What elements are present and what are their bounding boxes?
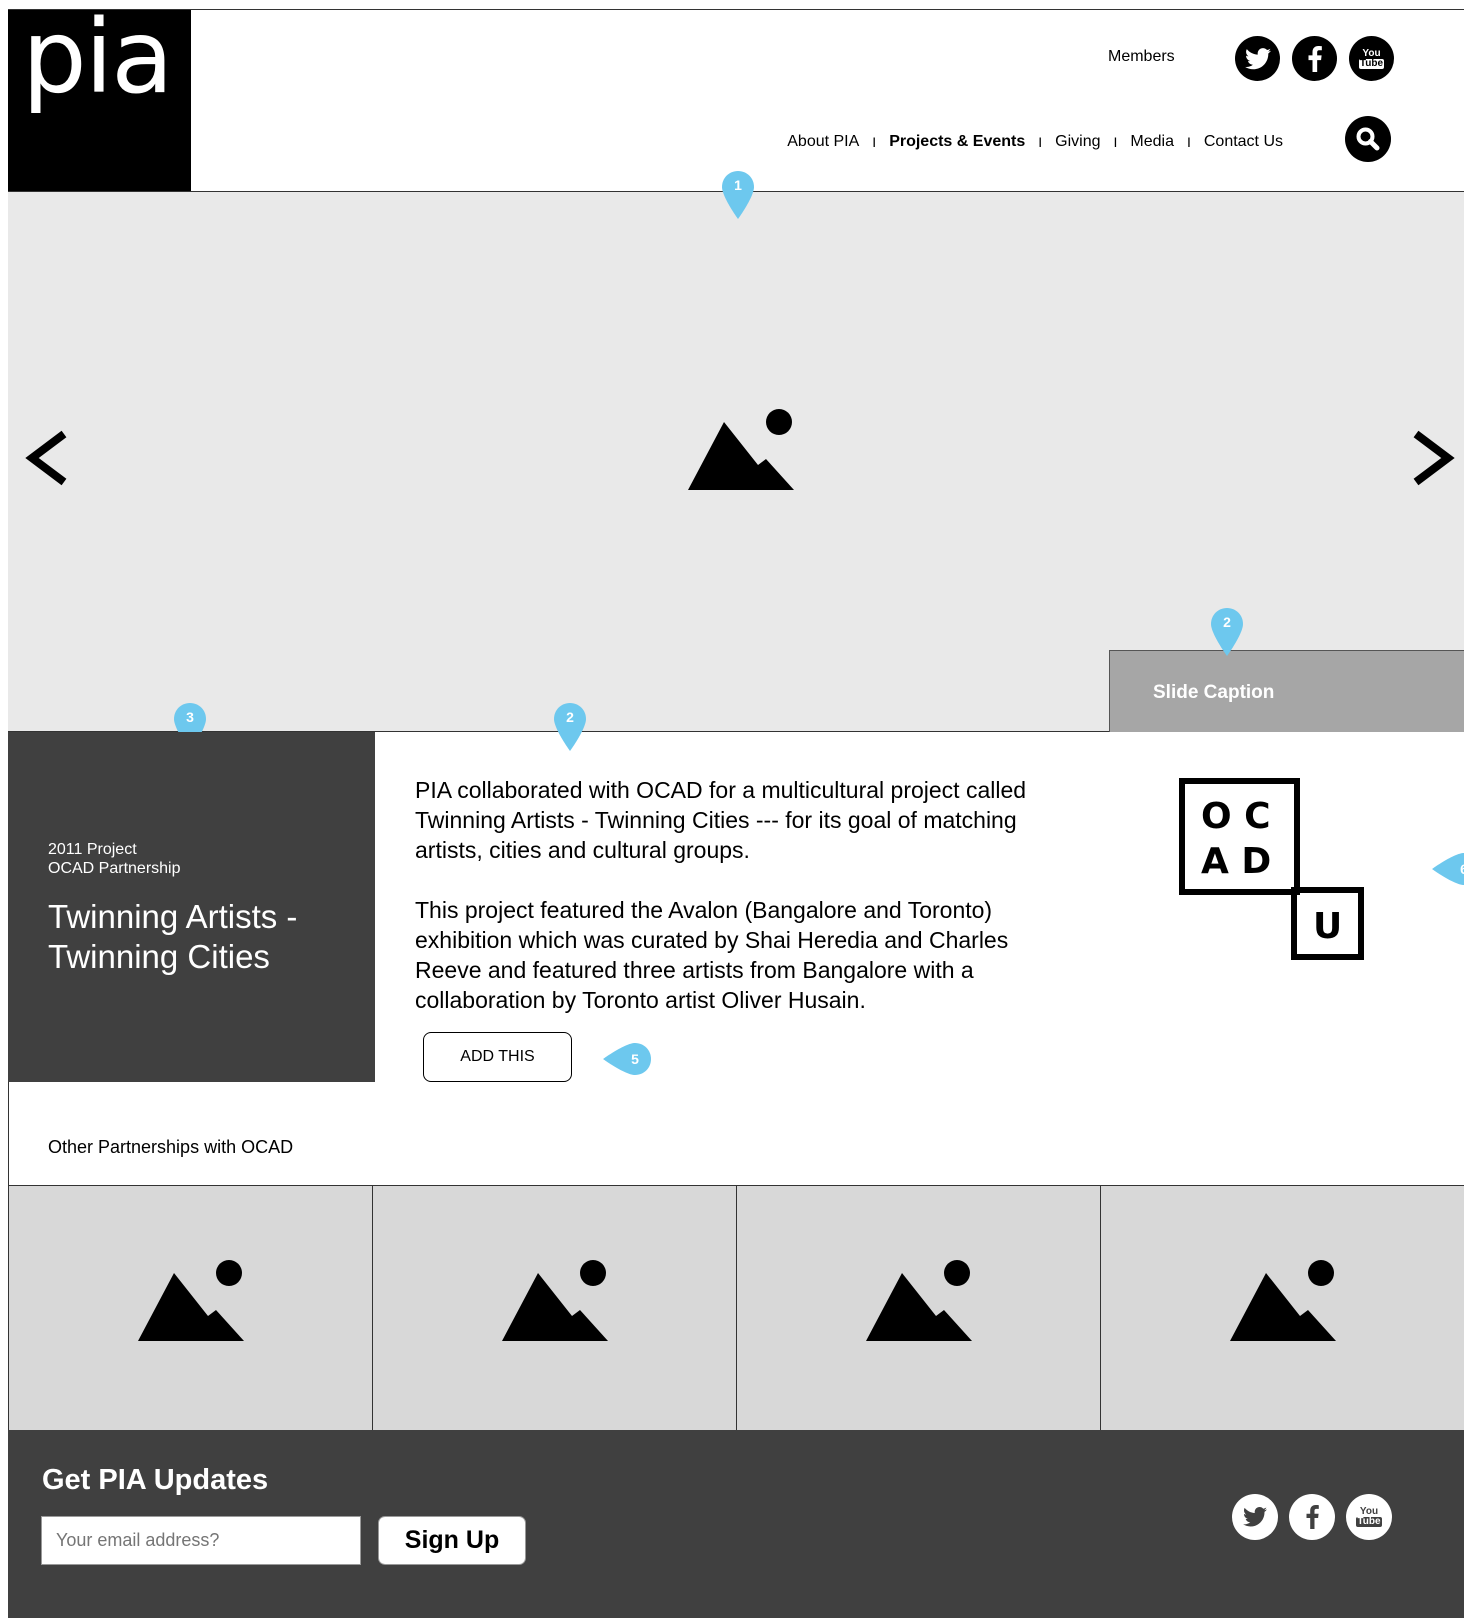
- youtube-icon[interactable]: You Tube: [1349, 36, 1394, 81]
- partnership-thumbnail[interactable]: [373, 1186, 737, 1431]
- members-link[interactable]: Members: [1108, 48, 1175, 66]
- annotation-pin: 5: [603, 1042, 651, 1076]
- ocad-logo-row1: O C: [1201, 796, 1271, 837]
- nav-contact[interactable]: Contact Us: [1204, 133, 1283, 151]
- project-meta: 2011 Project OCAD Partnership: [48, 840, 181, 878]
- other-partnerships-heading: Other Partnerships with OCAD: [48, 1137, 294, 1157]
- logo[interactable]: pia: [8, 0, 191, 191]
- slider-prev-button[interactable]: [24, 428, 70, 498]
- annotation-pin: 2: [1211, 608, 1243, 656]
- partnership-thumbnail[interactable]: [737, 1186, 1101, 1431]
- main-nav: About PIA I Projects & Events I Giving I…: [787, 133, 1283, 151]
- partnership-thumbnail[interactable]: [1101, 1186, 1464, 1431]
- slide-caption: Slide Caption: [1109, 650, 1464, 732]
- nav-projects-events[interactable]: Projects & Events: [889, 133, 1025, 151]
- facebook-icon[interactable]: [1289, 1494, 1335, 1540]
- annotation-pin: 2: [554, 703, 586, 751]
- project-partner: OCAD Partnership: [48, 860, 181, 877]
- email-input[interactable]: [41, 1516, 361, 1565]
- annotation-number: 3: [186, 709, 194, 725]
- annotation-pin: 6: [1432, 852, 1464, 886]
- annotation-pin: 3: [174, 703, 206, 751]
- add-this-button[interactable]: ADD THIS: [423, 1032, 572, 1082]
- description-paragraph: PIA collaborated with OCAD for a multicu…: [415, 777, 1027, 863]
- annotation-number: 5: [631, 1051, 639, 1067]
- twitter-icon[interactable]: [1232, 1494, 1278, 1540]
- project-description: PIA collaborated with OCAD for a multicu…: [415, 775, 1075, 1045]
- twitter-icon[interactable]: [1235, 36, 1280, 81]
- youtube-text-bottom: Tube: [1356, 1516, 1382, 1527]
- sign-up-button[interactable]: Sign Up: [378, 1516, 526, 1565]
- nav-separator: I: [1113, 134, 1118, 150]
- nav-separator: I: [1186, 134, 1191, 150]
- annotation-number: 2: [566, 709, 574, 725]
- image-placeholder-icon: [138, 1260, 244, 1341]
- project-year: 2011 Project: [48, 841, 137, 858]
- annotation-number: 6: [1460, 861, 1464, 877]
- logo-text: pia: [22, 0, 174, 117]
- ocad-logo-row3: U: [1313, 906, 1342, 947]
- ocad-logo: O C A D U: [1179, 778, 1364, 960]
- description-paragraph: This project featured the Avalon (Bangal…: [415, 897, 1009, 1013]
- footer: Get PIA Updates Sign Up You Tube: [8, 1430, 1464, 1618]
- search-icon[interactable]: [1345, 116, 1391, 162]
- annotation-number: 2: [1223, 614, 1231, 630]
- nav-media[interactable]: Media: [1130, 133, 1174, 151]
- nav-about[interactable]: About PIA: [787, 133, 859, 151]
- partnership-thumbnail[interactable]: [8, 1186, 373, 1431]
- ocad-logo-row2: A D: [1201, 841, 1271, 882]
- youtube-text-top: You: [1362, 47, 1381, 59]
- image-placeholder-icon: [1230, 1260, 1336, 1341]
- partnership-thumbnails: [8, 1185, 1464, 1431]
- newsletter-title: Get PIA Updates: [42, 1464, 269, 1496]
- youtube-text-bottom: Tube: [1358, 57, 1385, 69]
- image-placeholder-icon: [866, 1260, 972, 1341]
- annotation-pin: 1: [722, 171, 754, 219]
- nav-giving[interactable]: Giving: [1055, 133, 1100, 151]
- annotation-number: 1: [734, 177, 742, 193]
- image-placeholder-icon: [688, 409, 794, 490]
- nav-separator: I: [1038, 134, 1043, 150]
- youtube-icon[interactable]: You Tube: [1346, 1494, 1392, 1540]
- slider-next-button[interactable]: [1410, 428, 1456, 498]
- project-title: Twinning Artists - Twinning Cities: [48, 898, 298, 975]
- image-placeholder-icon: [502, 1260, 608, 1341]
- facebook-icon[interactable]: [1292, 36, 1337, 81]
- nav-separator: I: [872, 134, 877, 150]
- project-info-panel: 2011 Project OCAD Partnership Twinning A…: [8, 732, 375, 1082]
